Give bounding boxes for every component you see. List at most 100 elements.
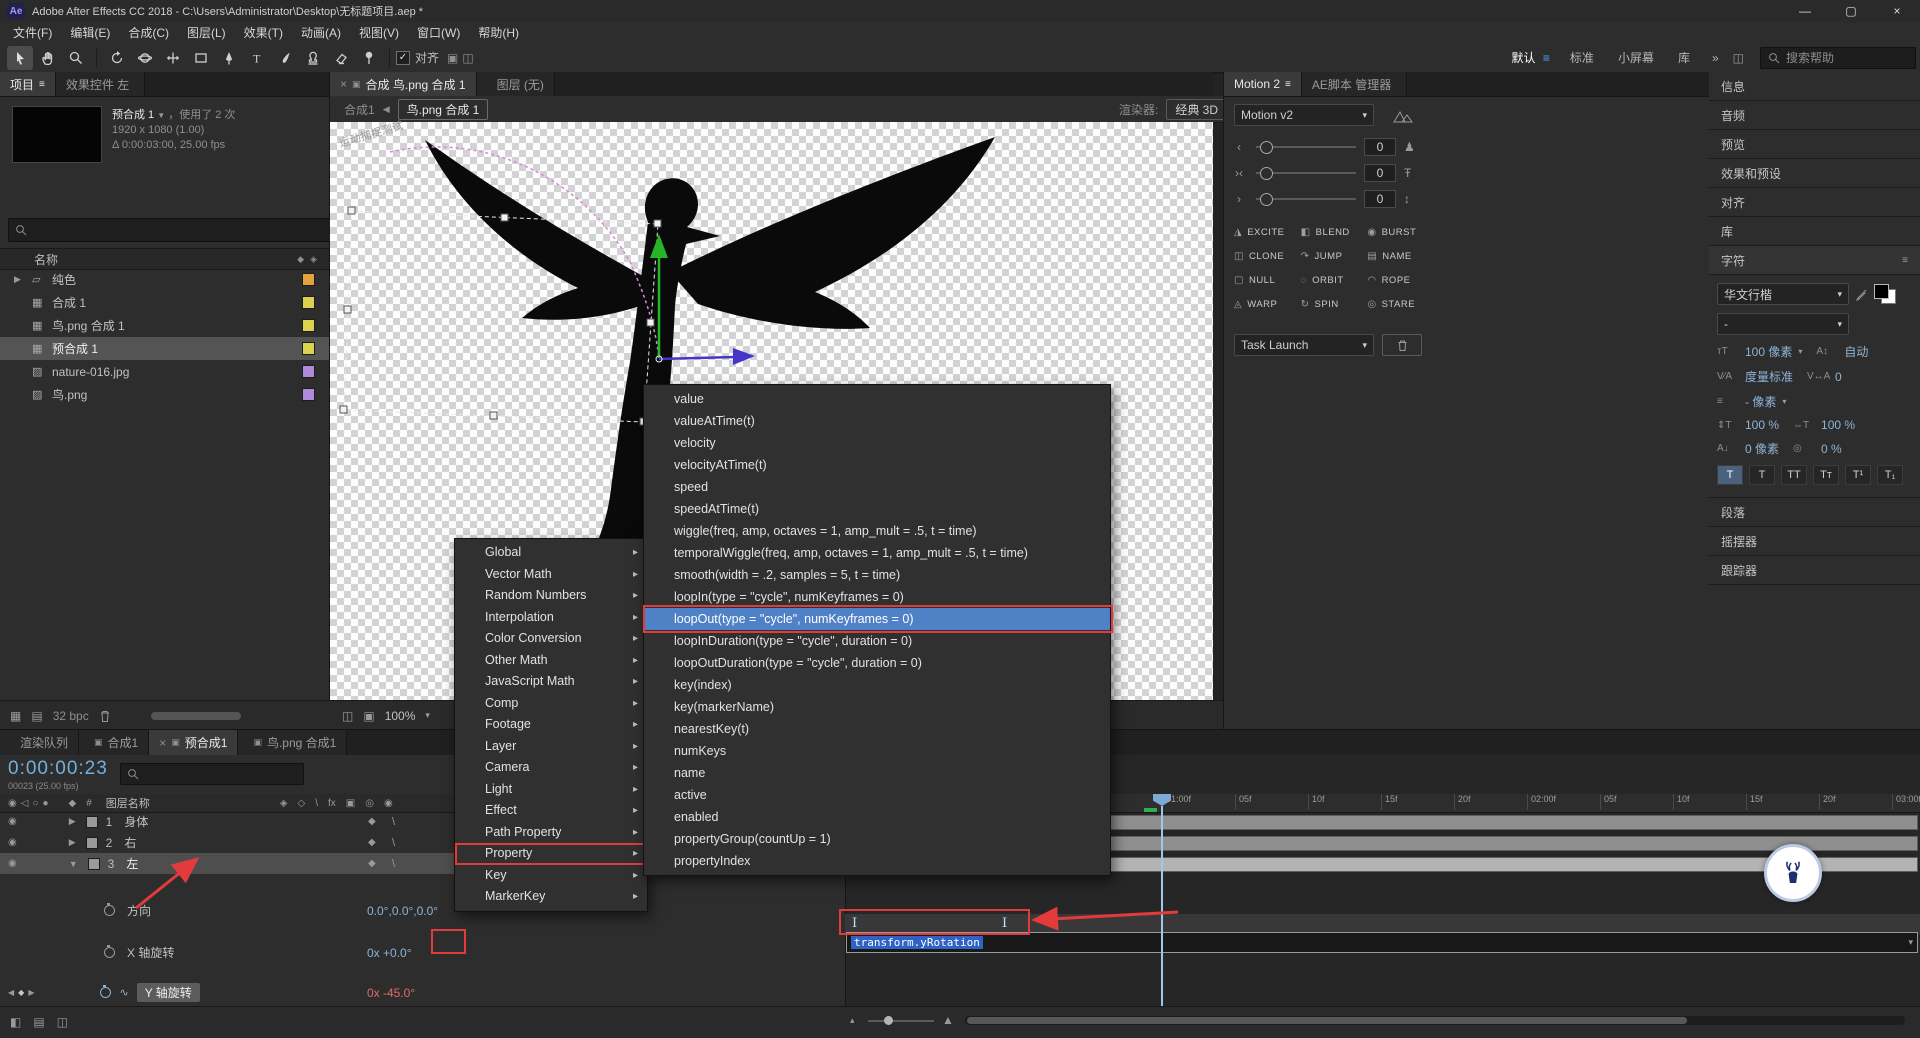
expression-submenu-item[interactable]: loopIn(type = "cycle", numKeyframes = 0) <box>644 586 1110 608</box>
timeline-search-box[interactable] <box>120 763 304 785</box>
property-row-y-rotation[interactable]: ◀ ◆ ▶ ∿ Y 轴旋转 0x -45.0° <box>0 982 845 1003</box>
zoom-tool-icon[interactable] <box>63 46 89 70</box>
project-item-row[interactable]: ▦ 预合成 1 <box>0 337 329 360</box>
expression-menu-item[interactable]: JavaScript Math ▸ <box>455 671 647 693</box>
panel-menu-icon[interactable]: ≡ <box>39 79 45 90</box>
quality-switch-icon[interactable]: ◆ <box>368 816 376 827</box>
faux-style-button[interactable]: TT <box>1781 465 1807 485</box>
faux-style-button[interactable]: T₁ <box>1877 465 1903 485</box>
label-color-chip[interactable] <box>302 342 315 355</box>
expression-submenu-item[interactable]: key(index) <box>644 674 1110 696</box>
slider-track[interactable] <box>1256 193 1356 206</box>
puppet-pin-tool-icon[interactable] <box>356 46 382 70</box>
panel-header[interactable]: 摇摆器 <box>1709 527 1920 556</box>
stopwatch-icon[interactable] <box>100 985 112 998</box>
font-style-dropdown[interactable]: - ▾ <box>1717 313 1849 335</box>
motion-script-button[interactable]: ↻ SPIN <box>1301 294 1368 314</box>
panel-header[interactable]: 段落 <box>1709 498 1920 527</box>
expression-submenu-item[interactable]: velocityAtTime(t) <box>644 454 1110 476</box>
property-row-orientation[interactable]: 方向 0.0°,0.0°,0.0° <box>0 900 845 921</box>
project-item-row[interactable]: ▦ 鸟.png 合成 1 <box>0 314 329 337</box>
zoom-out-icon[interactable]: ▴ <box>850 1015 855 1026</box>
expression-menu-item[interactable]: Color Conversion ▸ <box>455 628 647 650</box>
stopwatch-icon[interactable] <box>104 903 115 916</box>
expression-submenu-item[interactable]: enabled <box>644 806 1110 828</box>
switch-column-icon[interactable]: \ <box>315 798 318 809</box>
panel-header[interactable]: 库 <box>1709 217 1920 246</box>
slider-mode-icon[interactable]: ‹ <box>1230 140 1248 154</box>
motion-script-button[interactable]: ◌ ORBIT <box>1301 270 1368 290</box>
workspace-item[interactable]: 小屏幕 <box>1608 49 1668 66</box>
type-tool-icon[interactable]: T <box>244 46 270 70</box>
faux-style-button[interactable]: Tт <box>1813 465 1839 485</box>
hand-tool-icon[interactable] <box>35 46 61 70</box>
switch-column-icon[interactable]: ◉ <box>384 798 393 809</box>
property-row-x-rotation[interactable]: X 轴旋转 0x +0.0° <box>0 942 845 963</box>
fill-color-swatch[interactable] <box>1874 284 1896 304</box>
playhead-line[interactable] <box>1161 806 1163 1006</box>
expression-submenu-item[interactable]: temporalWiggle(freq, amp, octaves = 1, a… <box>644 542 1110 564</box>
eye-icon[interactable]: ◉ <box>0 816 17 827</box>
chevron-down-icon[interactable]: ▼ <box>157 111 165 120</box>
bit-depth-label[interactable]: 32 bpc <box>53 709 89 723</box>
close-tab-icon[interactable]: × <box>159 736 166 750</box>
label-color-chip[interactable] <box>302 296 315 309</box>
slider-knob[interactable] <box>1260 167 1273 180</box>
motion-script-button[interactable]: ◠ ROPE <box>1367 270 1434 290</box>
expression-text[interactable]: transform.yRotation <box>851 936 983 949</box>
slider-value[interactable]: 0 <box>1364 138 1396 156</box>
menu-item[interactable]: 窗口(W) <box>408 24 469 41</box>
baseline-shift-value[interactable]: 0 像素 <box>1745 440 1779 457</box>
current-time-display[interactable]: 0:00:00:23 <box>8 758 108 780</box>
timeline-view-toggle-icon[interactable]: ◫ <box>57 1015 68 1029</box>
label-color-chip[interactable] <box>302 273 315 286</box>
expression-menu-item[interactable]: Light ▸ <box>455 779 647 801</box>
zoom-slider-knob[interactable] <box>884 1016 893 1025</box>
name-column-header[interactable]: 名称 <box>0 251 58 268</box>
motion-script-button[interactable]: ◫ CLONE <box>1234 246 1301 266</box>
project-footer-icon[interactable]: ▦ <box>10 709 21 723</box>
twirl-icon[interactable]: ▶ <box>14 274 26 285</box>
motion-script-button[interactable]: ◮ EXCITE <box>1234 222 1301 242</box>
pan-behind-tool-icon[interactable] <box>160 46 186 70</box>
expression-submenu-item[interactable]: valueAtTime(t) <box>644 410 1110 432</box>
stopwatch-icon[interactable] <box>104 945 115 958</box>
breadcrumb-root[interactable]: 合成1 <box>344 101 375 118</box>
help-search-box[interactable]: 搜索帮助 <box>1760 46 1916 69</box>
timeline-tab[interactable]: ▣ 鸟.png 合成1 <box>238 730 348 755</box>
label-color-chip[interactable] <box>302 365 315 378</box>
expression-menu-item[interactable]: Property ▸ <box>455 843 647 865</box>
twirl-icon[interactable]: ▶ <box>17 837 76 848</box>
slider-value[interactable]: 0 <box>1364 164 1396 182</box>
workspace-overflow-button[interactable]: » <box>1704 51 1727 65</box>
motion-script-button[interactable]: ▢ NULL <box>1234 270 1301 290</box>
expression-menu-item[interactable]: Camera ▸ <box>455 757 647 779</box>
renderer-value[interactable]: 经典 3D <box>1166 98 1227 120</box>
layer-name[interactable]: 左 <box>114 855 138 872</box>
workspace-menu-icon[interactable]: ≡ <box>1543 51 1550 65</box>
kern-amount-value[interactable]: 0 <box>1835 370 1842 384</box>
slider-knob[interactable] <box>1260 141 1273 154</box>
twirl-icon[interactable]: ▶ <box>17 816 76 827</box>
motion-script-button[interactable]: ◧ BLEND <box>1301 222 1368 242</box>
breadcrumb-current[interactable]: 鸟.png 合成 1 <box>397 98 489 120</box>
timeline-tab[interactable]: 渲染队列 <box>0 730 80 755</box>
slider-knob[interactable] <box>1260 193 1273 206</box>
slider-track[interactable] <box>1256 141 1356 154</box>
expression-menu-item[interactable]: Interpolation ▸ <box>455 607 647 629</box>
layer-name-column-header[interactable]: 图层名称 <box>92 795 150 811</box>
expression-submenu-item[interactable]: wiggle(freq, amp, octaves = 1, amp_mult … <box>644 520 1110 542</box>
timeline-scrollbar[interactable] <box>965 1016 1905 1025</box>
workspace-item[interactable]: 库 <box>1668 49 1704 66</box>
shape-tool-icon[interactable] <box>188 46 214 70</box>
slider-mode-icon[interactable]: › <box>1230 192 1248 206</box>
motion-script-button[interactable]: ◬ WARP <box>1234 294 1301 314</box>
layer-name[interactable]: 身体 <box>112 813 148 830</box>
property-value[interactable]: 0.0°,0.0°,0.0° <box>367 904 438 918</box>
transfer-switch-icon[interactable]: \ <box>392 858 395 870</box>
timeline-scrollbar-thumb[interactable] <box>967 1017 1687 1024</box>
slider-track[interactable] <box>1256 167 1356 180</box>
project-search-box[interactable] <box>8 218 332 242</box>
project-item-row[interactable]: ▨ nature-016.jpg <box>0 360 329 383</box>
magnification-value[interactable]: 100% <box>385 709 416 723</box>
